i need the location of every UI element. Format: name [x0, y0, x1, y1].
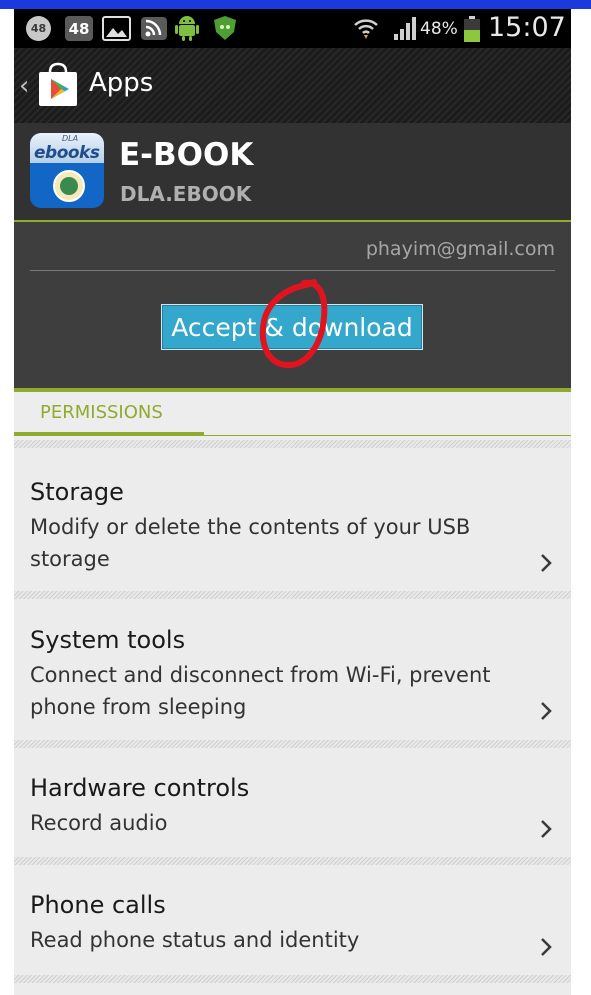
top-window-bar [0, 0, 591, 9]
app-header: DLA ebooks E-BOOK DLA.EBOOK [14, 123, 571, 221]
signal-icon [392, 14, 420, 42]
action-bar: ‹ Apps [14, 48, 571, 123]
accept-download-button[interactable]: Accept & download [161, 304, 423, 350]
phone-screen: 48 48 48% 15:07 ‹ Apps DLA ebooks E-BOOK… [14, 9, 571, 995]
account-panel: phayim@gmail.com Accept & download [14, 222, 571, 388]
list-separator [14, 975, 571, 983]
app-icon-small-text: DLA [62, 134, 79, 143]
permission-description: Read phone status and identity [30, 928, 360, 952]
chevron-right-icon [541, 702, 552, 720]
count-square-icon: 48 [65, 16, 93, 41]
tab-strip: PERMISSIONS [14, 392, 571, 440]
permission-item-system-tools[interactable]: System tools Connect and disconnect from… [14, 599, 571, 740]
android-icon [174, 14, 200, 42]
tab-active-indicator [14, 432, 204, 436]
permission-description: Connect and disconnect from Wi-Fi, preve… [30, 663, 491, 719]
count-badge-icon: 48 [26, 16, 51, 41]
list-separator [14, 857, 571, 865]
app-icon-text: ebooks [34, 143, 100, 163]
permission-item-storage[interactable]: Storage Modify or delete the contents of… [14, 448, 571, 591]
permission-item-phone-calls[interactable]: Phone calls Read phone status and identi… [14, 865, 571, 975]
permission-title: System tools [30, 626, 186, 654]
seal-icon [53, 170, 85, 202]
permission-description: Modify or delete the contents of your US… [30, 515, 471, 571]
permission-title: Hardware controls [30, 774, 250, 802]
account-email[interactable]: phayim@gmail.com [366, 238, 555, 260]
list-separator [14, 740, 571, 748]
rss-icon [140, 16, 168, 41]
permission-item-hardware-controls[interactable]: Hardware controls Record audio [14, 748, 571, 857]
app-icon: DLA ebooks [30, 133, 104, 208]
app-name: E-BOOK [119, 137, 254, 173]
list-separator [14, 591, 571, 599]
action-bar-title: Apps [89, 68, 154, 98]
account-divider [30, 270, 555, 271]
chevron-right-icon [541, 938, 552, 956]
accept-button-label: Accept & download [171, 312, 413, 342]
chevron-right-icon [541, 820, 552, 838]
app-developer: DLA.EBOOK [120, 182, 252, 206]
back-chevron-icon[interactable]: ‹ [19, 71, 29, 101]
permission-description: Record audio [30, 811, 168, 835]
wifi-icon [352, 14, 380, 42]
battery-icon [462, 15, 482, 43]
permission-title: Storage [30, 478, 124, 506]
clock: 15:07 [488, 12, 566, 43]
battery-percent: 48% [420, 19, 458, 39]
shield-icon [211, 14, 239, 42]
play-store-icon[interactable] [34, 62, 82, 108]
chevron-right-icon [541, 554, 552, 572]
tab-permissions[interactable]: PERMISSIONS [40, 402, 163, 423]
image-icon [102, 16, 131, 41]
permission-title: Phone calls [30, 891, 166, 919]
list-separator [14, 440, 571, 448]
status-bar: 48 48 48% 15:07 [14, 9, 571, 48]
seal-center [60, 177, 78, 195]
